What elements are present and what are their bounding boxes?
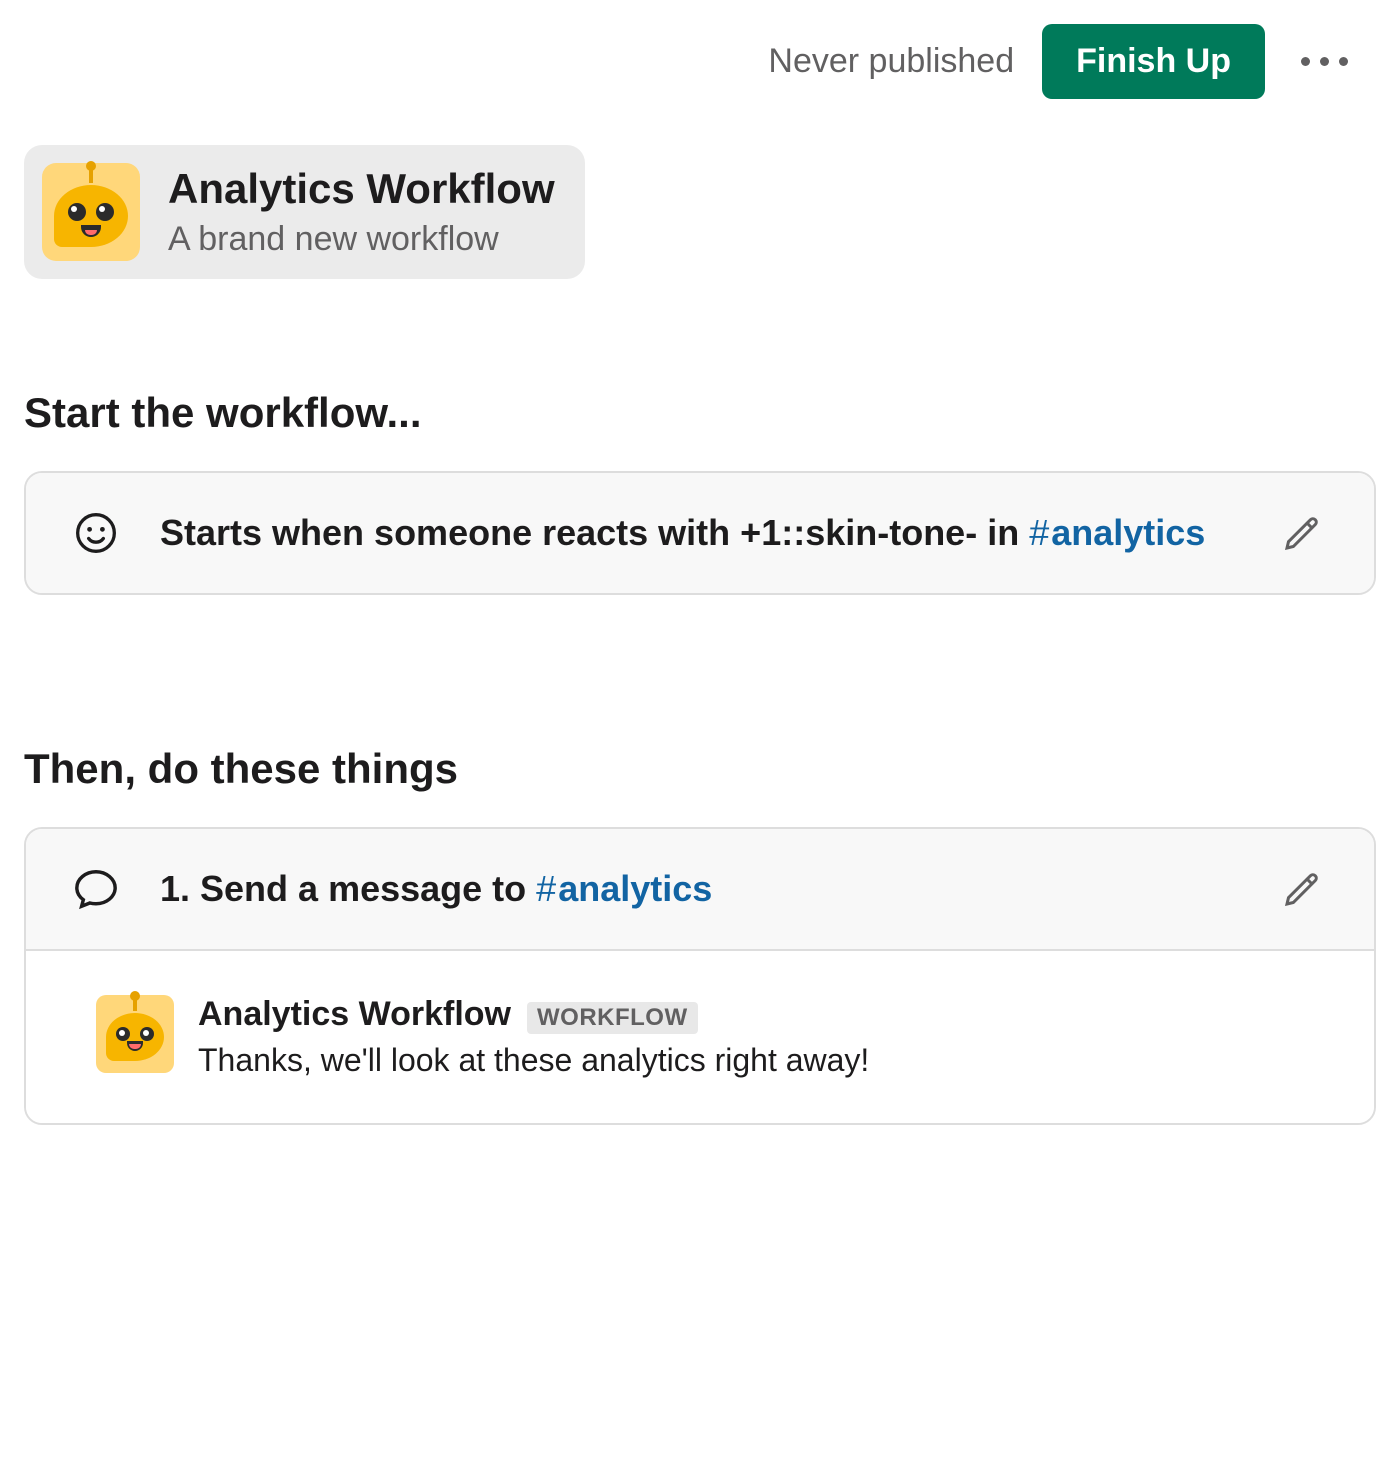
message-author: Analytics Workflow [198, 995, 511, 1034]
message-preview: Analytics Workflow WORKFLOW Thanks, we'l… [26, 949, 1374, 1123]
trigger-step-head[interactable]: Starts when someone reacts with +1::skin… [26, 473, 1374, 593]
workflow-badge: WORKFLOW [527, 1002, 698, 1034]
message-text: Thanks, we'll look at these analytics ri… [198, 1042, 869, 1079]
trigger-step-card: Starts when someone reacts with +1::skin… [24, 471, 1376, 595]
start-section-heading: Start the workflow... [24, 389, 1376, 437]
edit-trigger-button[interactable] [1276, 507, 1328, 559]
pencil-icon [1282, 513, 1322, 553]
message-icon [72, 865, 120, 913]
workflow-header-text: Analytics Workflow A brand new workflow [168, 165, 555, 258]
emoji-reaction-icon [72, 509, 120, 557]
action-step-card: 1. Send a message to #analytics [24, 827, 1376, 1125]
action-channel-link[interactable]: #analytics [536, 868, 712, 909]
workflow-subtitle: A brand new workflow [168, 220, 555, 259]
action-description: 1. Send a message to #analytics [160, 864, 1236, 914]
workflow-bot-avatar-icon [42, 163, 140, 261]
action-title-prefix: 1. Send a message to [160, 868, 536, 909]
action-step-head[interactable]: 1. Send a message to #analytics [26, 829, 1374, 949]
pencil-icon [1282, 869, 1322, 909]
then-section-heading: Then, do these things [24, 745, 1376, 793]
more-options-icon[interactable] [1293, 49, 1356, 74]
workflow-header-card[interactable]: Analytics Workflow A brand new workflow [24, 145, 585, 279]
workflow-title: Analytics Workflow [168, 165, 555, 213]
message-content: Analytics Workflow WORKFLOW Thanks, we'l… [198, 995, 869, 1079]
edit-action-button[interactable] [1276, 863, 1328, 915]
finish-up-button[interactable]: Finish Up [1042, 24, 1265, 99]
topbar: Never published Finish Up [24, 24, 1376, 99]
trigger-text-prefix: Starts when someone reacts with +1::skin… [160, 512, 1029, 553]
trigger-description: Starts when someone reacts with +1::skin… [160, 508, 1236, 558]
publish-status: Never published [768, 42, 1014, 81]
message-author-avatar-icon [96, 995, 174, 1073]
trigger-channel-link[interactable]: #analytics [1029, 512, 1205, 553]
